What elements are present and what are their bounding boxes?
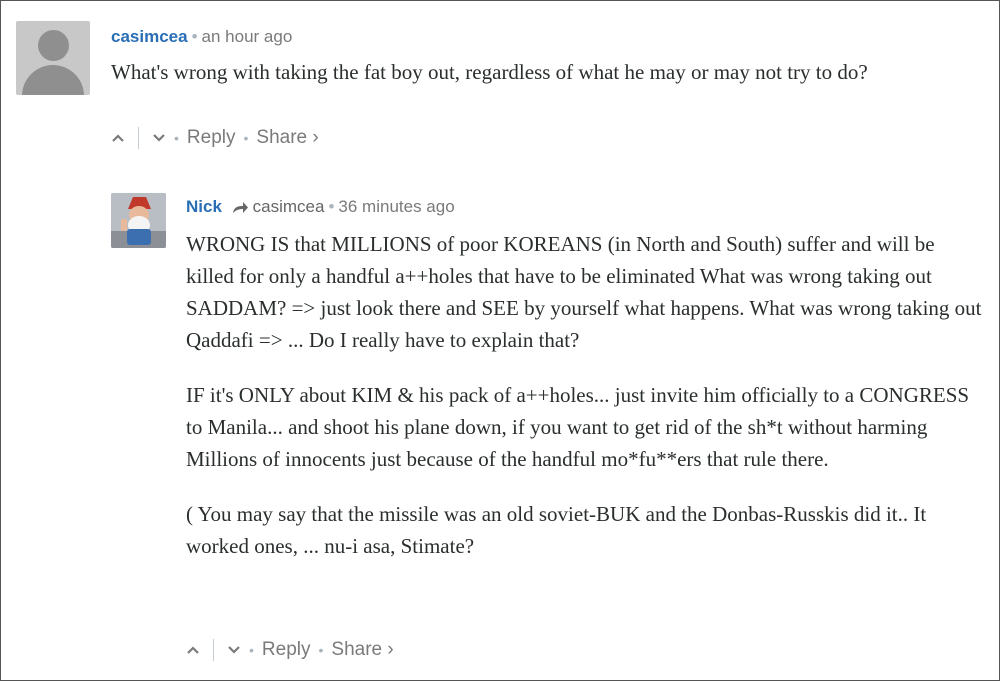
action-separator: •: [318, 642, 324, 658]
avatar-head-shape: [38, 30, 69, 61]
comment-thread: casimcea • an hour ago What's wrong with t…: [0, 0, 1000, 681]
avatar-image: [111, 193, 166, 248]
author-name[interactable]: Nick: [186, 197, 222, 216]
action-separator: •: [174, 130, 179, 146]
downvote-button[interactable]: [152, 133, 166, 143]
vote-divider: [138, 127, 139, 149]
comment-paragraph: IF it's ONLY about KIM & his pack of a++…: [186, 383, 970, 471]
comment-timestamp[interactable]: 36 minutes ago: [338, 197, 454, 216]
upvote-button[interactable]: [111, 133, 125, 143]
comment-body: What's wrong with taking the fat boy out…: [111, 56, 971, 88]
reply-button[interactable]: Reply: [187, 127, 236, 149]
meta-separator: •: [191, 27, 198, 46]
avatar-body-shape: [22, 65, 84, 95]
chevron-up-icon: [112, 134, 124, 142]
author-name[interactable]: casimcea: [111, 27, 188, 46]
reply-to-name[interactable]: casimcea: [253, 197, 325, 216]
chevron-down-icon: [153, 134, 165, 142]
comment-timestamp[interactable]: an hour ago: [202, 27, 293, 46]
comment: casimcea • an hour ago What's wrong with t…: [1, 1, 999, 171]
share-button[interactable]: Share ›: [331, 639, 393, 661]
comment-paragraph: What's wrong with taking the fat boy out…: [111, 60, 868, 84]
meta-separator: •: [328, 197, 335, 216]
reply-arrow-icon: [232, 201, 248, 213]
comment-actions: • Reply • Share ›: [186, 639, 394, 661]
action-separator: •: [249, 642, 254, 658]
comment-actions: • Reply • Share ›: [111, 127, 319, 149]
share-button[interactable]: Share ›: [256, 127, 318, 149]
chevron-down-icon: [228, 646, 240, 654]
comment-paragraph: ( You may say that the missile was an ol…: [186, 502, 927, 558]
avatar[interactable]: [16, 21, 90, 95]
downvote-button[interactable]: [227, 645, 241, 655]
avatar[interactable]: [111, 193, 166, 248]
reply-button[interactable]: Reply: [262, 639, 311, 661]
chevron-up-icon: [187, 646, 199, 654]
comment-paragraph: WRONG IS that MILLIONS of poor KOREANS (…: [186, 232, 982, 352]
comment-body: WRONG IS that MILLIONS of poor KOREANS (…: [186, 228, 986, 562]
comment-meta: Nick casimcea • 36 minutes ago: [186, 197, 455, 217]
action-separator: •: [243, 130, 249, 146]
comment-meta: casimcea • an hour ago: [111, 27, 292, 47]
upvote-button[interactable]: [186, 645, 200, 655]
vote-divider: [213, 639, 214, 661]
